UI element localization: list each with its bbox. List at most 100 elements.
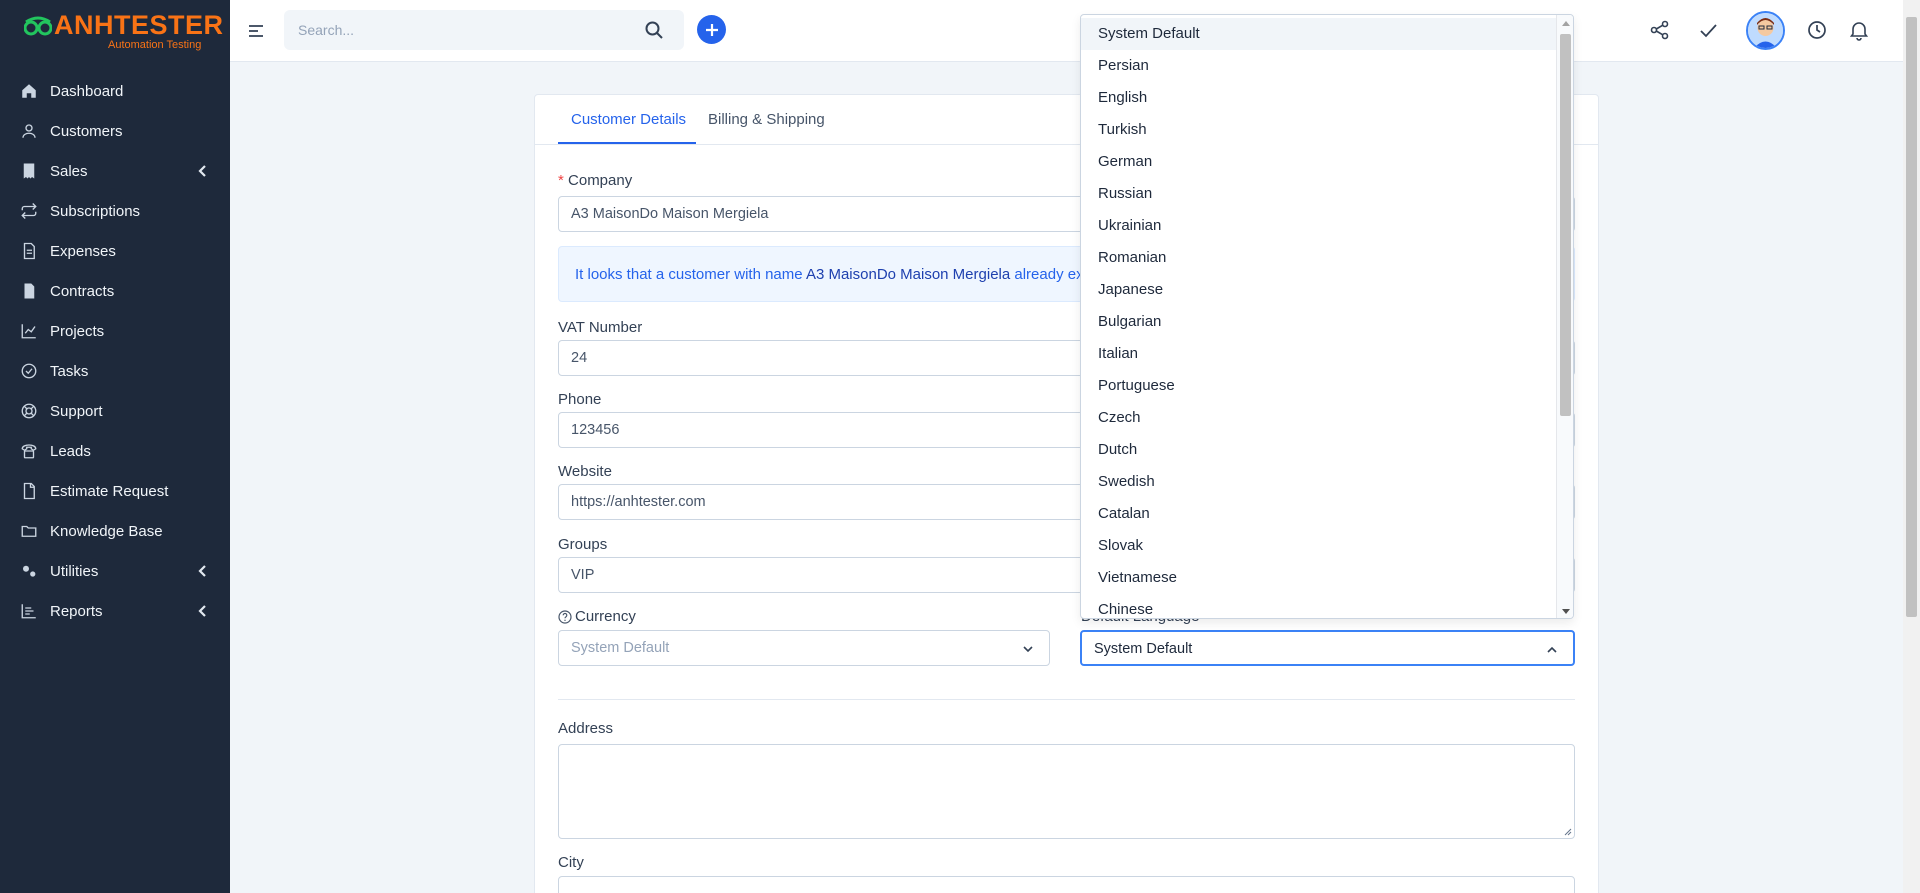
sidebar-item-contracts[interactable]: Contracts — [0, 271, 230, 311]
sidebar-item-reports[interactable]: Reports — [0, 591, 230, 631]
language-option[interactable]: German — [1081, 146, 1557, 178]
phone-icon — [19, 441, 39, 461]
sidebar-item-estimate-request[interactable]: Estimate Request — [0, 471, 230, 511]
sidebar-item-sales[interactable]: Sales — [0, 151, 230, 191]
chevron-up-icon — [1547, 646, 1557, 653]
chevron-left-icon — [196, 564, 210, 578]
sidebar-item-label: Customers — [50, 122, 123, 140]
tab-billing-shipping[interactable]: Billing & Shipping — [708, 111, 825, 128]
scroll-down-arrow-icon[interactable] — [1562, 609, 1570, 614]
address-textarea[interactable] — [558, 744, 1575, 839]
language-dropdown-list[interactable]: System Default Persian English Turkish Germa… — [1080, 14, 1574, 619]
top-header: Search... — [230, 0, 1903, 62]
default-language-select[interactable]: System Default — [1080, 630, 1575, 666]
required-mark: * — [558, 172, 564, 189]
alert-customer-name: A3 MaisonDo Maison Mergiela — [805, 266, 1011, 283]
lifebuoy-icon — [19, 401, 39, 421]
sidebar: ANHTESTER Automation Testing Dashboard C… — [0, 0, 230, 893]
file-icon — [19, 481, 39, 501]
document-icon — [19, 241, 39, 261]
sidebar-item-label: Tasks — [50, 362, 89, 380]
share-icon[interactable] — [1649, 19, 1671, 41]
sidebar-item-label: Sales — [50, 162, 88, 180]
cogs-icon — [19, 561, 39, 581]
clock-icon[interactable] — [1806, 19, 1828, 41]
address-label: Address — [558, 720, 614, 737]
chevron-left-icon — [196, 604, 210, 618]
sidebar-item-subscriptions[interactable]: Subscriptions — [0, 191, 230, 231]
sidebar-item-tasks[interactable]: Tasks — [0, 351, 230, 391]
sidebar-item-label: Projects — [50, 322, 105, 340]
currency-select[interactable]: System Default — [558, 630, 1050, 666]
city-label: City — [558, 854, 584, 871]
logo[interactable]: ANHTESTER Automation Testing — [0, 0, 230, 62]
language-option[interactable]: Turkish — [1081, 114, 1557, 146]
language-option[interactable]: Bulgarian — [1081, 306, 1557, 338]
sidebar-item-projects[interactable]: Projects — [0, 311, 230, 351]
language-option[interactable]: System Default — [1081, 18, 1557, 50]
language-option[interactable]: Russian — [1081, 178, 1557, 210]
sidebar-item-expenses[interactable]: Expenses — [0, 231, 230, 271]
language-option[interactable]: Dutch — [1081, 434, 1557, 466]
sidebar-item-utilities[interactable]: Utilities — [0, 551, 230, 591]
chart-icon — [19, 321, 39, 341]
language-options: System Default Persian English Turkish Germa… — [1081, 18, 1557, 618]
menu-toggle-icon[interactable] — [247, 22, 265, 40]
check-icon[interactable] — [1697, 19, 1719, 41]
language-option[interactable]: Persian — [1081, 50, 1557, 82]
page-scroll-thumb[interactable] — [1906, 17, 1917, 617]
search-icon[interactable] — [644, 20, 664, 40]
sidebar-item-label: Estimate Request — [50, 482, 169, 500]
home-icon — [19, 81, 39, 101]
language-option[interactable]: Romanian — [1081, 242, 1557, 274]
sidebar-item-knowledge-base[interactable]: Knowledge Base — [0, 511, 230, 551]
search-input[interactable]: Search... — [284, 10, 684, 50]
language-option[interactable]: Czech — [1081, 402, 1557, 434]
receipt-icon — [19, 161, 39, 181]
search-placeholder: Search... — [298, 22, 355, 38]
avatar[interactable] — [1746, 11, 1785, 50]
sidebar-item-label: Dashboard — [50, 82, 124, 100]
language-option[interactable]: Chinese — [1081, 594, 1557, 618]
vat-label: VAT Number — [558, 319, 643, 336]
phone-label: Phone — [558, 391, 602, 408]
currency-label: Currency — [558, 608, 636, 625]
user-avatar-icon — [1748, 13, 1783, 48]
check-circle-icon — [19, 361, 39, 381]
sidebar-item-label: Utilities — [50, 562, 99, 580]
language-option[interactable]: Slovak — [1081, 530, 1557, 562]
sidebar-item-label: Support — [50, 402, 103, 420]
language-option[interactable]: Japanese — [1081, 274, 1557, 306]
sidebar-item-leads[interactable]: Leads — [0, 431, 230, 471]
language-option[interactable]: Ukrainian — [1081, 210, 1557, 242]
city-input[interactable] — [558, 876, 1575, 893]
language-option[interactable]: English — [1081, 82, 1557, 114]
sidebar-item-support[interactable]: Support — [0, 391, 230, 431]
dropdown-scrollbar[interactable] — [1556, 15, 1573, 618]
resize-handle-icon[interactable] — [1564, 828, 1572, 836]
bar-chart-icon — [19, 601, 39, 621]
default-language-value: System Default — [1094, 641, 1193, 657]
sidebar-item-label: Reports — [50, 602, 103, 620]
page-scrollbar[interactable] — [1903, 0, 1920, 893]
currency-value: System Default — [571, 640, 670, 656]
sidebar-item-dashboard[interactable]: Dashboard — [0, 71, 230, 111]
chevron-down-icon — [1023, 646, 1033, 653]
website-label: Website — [558, 463, 612, 480]
language-option[interactable]: Swedish — [1081, 466, 1557, 498]
sidebar-item-customers[interactable]: Customers — [0, 111, 230, 151]
language-option[interactable]: Italian — [1081, 338, 1557, 370]
help-icon[interactable] — [558, 609, 572, 624]
language-option[interactable]: Vietnamese — [1081, 562, 1557, 594]
dropdown-scroll-thumb[interactable] — [1560, 34, 1571, 416]
scroll-up-arrow-icon[interactable] — [1562, 21, 1570, 26]
bell-icon[interactable] — [1848, 19, 1870, 41]
user-icon — [19, 121, 39, 141]
company-label: * Company — [558, 172, 632, 189]
language-option[interactable]: Catalan — [1081, 498, 1557, 530]
quick-create-button[interactable] — [697, 15, 726, 44]
repeat-icon — [19, 201, 39, 221]
tab-customer-details[interactable]: Customer Details — [571, 111, 686, 128]
language-option[interactable]: Portuguese — [1081, 370, 1557, 402]
sidebar-nav: Dashboard Customers Sales Subscriptions … — [0, 71, 230, 631]
